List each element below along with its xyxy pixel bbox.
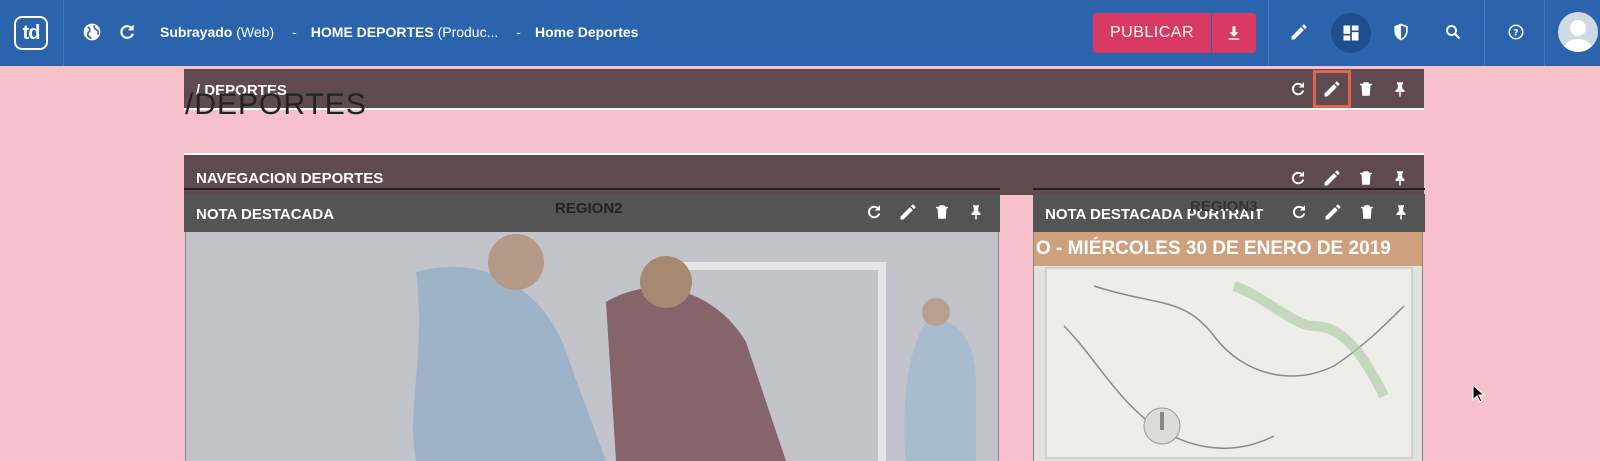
deportes-block-bar: / DEPORTES — [184, 69, 1424, 109]
edit-icon[interactable] — [1320, 166, 1344, 190]
block-actions — [1287, 200, 1413, 224]
block-actions — [1286, 166, 1412, 190]
trash-icon[interactable] — [1354, 166, 1378, 190]
pencil-icon[interactable] — [1287, 20, 1311, 44]
refresh-icon[interactable] — [862, 200, 886, 224]
block-actions — [1286, 70, 1412, 108]
divider — [1544, 0, 1545, 66]
refresh-icon[interactable] — [1286, 166, 1310, 190]
dashboard-icon — [1343, 25, 1359, 41]
divider — [184, 108, 1424, 110]
trash-icon[interactable] — [1355, 200, 1379, 224]
breadcrumb-item-page[interactable]: Home Deportes — [535, 24, 638, 40]
portrait-image[interactable]: O - MIÉRCOLES 30 DE ENERO DE 2019 — [1033, 232, 1423, 461]
page-heading: /DEPORTES — [185, 88, 367, 121]
breadcrumb-item-site[interactable]: Subrayado (Web) — [160, 24, 274, 40]
block-actions — [862, 200, 988, 224]
download-button[interactable] — [1212, 13, 1256, 53]
region-label: REGION2 — [555, 200, 623, 217]
divider — [1268, 0, 1269, 66]
region-label: REGION3 — [1190, 198, 1258, 215]
trash-icon[interactable] — [1354, 77, 1378, 101]
image-caption: O - MIÉRCOLES 30 DE ENERO DE 2019 — [1034, 232, 1422, 266]
download-icon — [1228, 26, 1240, 40]
svg-text:?: ? — [1513, 28, 1518, 38]
top-toolbar: td Subrayado (Web) - HOME DEPORTES (Prod… — [0, 0, 1600, 66]
pin-icon[interactable] — [1388, 166, 1412, 190]
refresh-icon[interactable] — [115, 20, 139, 44]
refresh-icon[interactable] — [1286, 77, 1310, 101]
breadcrumb-item-section[interactable]: HOME DEPORTES (Produc... — [311, 24, 499, 40]
help-icon[interactable]: ? — [1504, 20, 1528, 44]
breadcrumb-separator: - — [516, 24, 521, 40]
edit-icon[interactable] — [1321, 200, 1345, 224]
breadcrumb-separator: - — [292, 24, 297, 40]
dashboard-button[interactable] — [1331, 13, 1371, 53]
block-title: NOTA DESTACADA — [196, 206, 335, 223]
divider — [184, 188, 1000, 190]
edit-icon[interactable] — [1313, 70, 1351, 108]
shield-icon[interactable] — [1389, 20, 1413, 44]
divider — [1033, 188, 1425, 190]
block-title: NAVEGACION DEPORTES — [196, 170, 384, 187]
avatar[interactable] — [1558, 12, 1598, 52]
globe-icon[interactable] — [80, 20, 104, 44]
app-logo[interactable]: td — [14, 16, 48, 50]
breadcrumb: Subrayado (Web) - HOME DEPORTES (Produc.… — [160, 24, 638, 40]
refresh-icon[interactable] — [1287, 200, 1311, 224]
edit-icon[interactable] — [896, 200, 920, 224]
divider — [1484, 0, 1485, 66]
search-icon[interactable] — [1441, 20, 1465, 44]
featured-image[interactable] — [185, 232, 999, 461]
trash-icon[interactable] — [930, 200, 954, 224]
divider — [63, 0, 64, 66]
pin-icon[interactable] — [964, 200, 988, 224]
pin-icon[interactable] — [1388, 77, 1412, 101]
mouse-cursor-icon — [1472, 383, 1486, 409]
pin-icon[interactable] — [1389, 200, 1413, 224]
publish-button[interactable]: PUBLICAR — [1093, 13, 1211, 53]
